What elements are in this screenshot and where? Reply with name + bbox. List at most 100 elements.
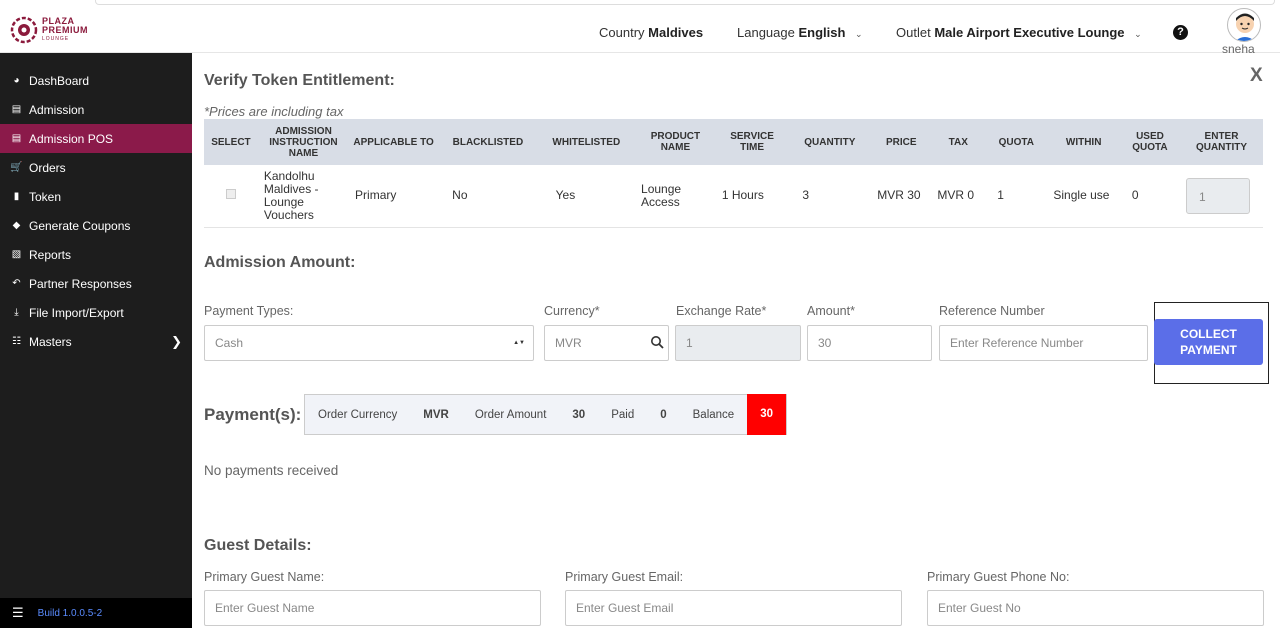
country-selector[interactable]: Country Maldives [599, 25, 703, 40]
cell-price: MVR 30 [871, 165, 932, 228]
help-icon[interactable]: ? [1173, 25, 1188, 40]
top-bar-edge [95, 0, 1275, 5]
logo-text-line2: PREMIUM [42, 24, 88, 35]
payments-title: Payment(s): [204, 405, 302, 424]
no-payments-message: No payments received [204, 463, 339, 478]
cell-service-time: 1 Hours [715, 165, 789, 228]
exchange-rate-input: 1 [675, 325, 801, 361]
select-checkbox[interactable] [225, 189, 236, 200]
paid-value: 0 [660, 408, 667, 421]
exchange-rate-label: Exchange Rate* [676, 304, 767, 318]
cell-blacklisted: No [438, 165, 538, 228]
user-avatar-icon [1235, 13, 1255, 41]
sidebar-item-label: Admission POS [29, 131, 114, 146]
close-button[interactable]: X [1250, 65, 1263, 87]
order-currency-label: Order Currency [318, 408, 398, 421]
outlet-value: Male Airport Executive Lounge [934, 25, 1125, 40]
sidebar-item-admission[interactable]: ▤ Admission [0, 95, 192, 124]
currency-input[interactable]: MVR [544, 325, 669, 361]
outlet-selector[interactable]: Outlet Male Airport Executive Lounge ⌄ [896, 25, 1142, 40]
select-arrows-icon: ▲▼ [513, 340, 525, 346]
avatar[interactable] [1227, 8, 1261, 42]
cell-tax: MVR 0 [931, 165, 986, 228]
price-note: *Prices are including tax [204, 104, 344, 119]
admission-amount-title: Admission Amount: [204, 254, 356, 271]
col-instruction: ADMISSION INSTRUCTION NAME [257, 119, 350, 165]
cart-icon: 🛒 [10, 162, 23, 173]
guest-name-input[interactable]: Enter Guest Name [204, 590, 541, 626]
sidebar-footer: ☰ Build 1.0.0.5-2 [0, 598, 192, 628]
sidebar-item-reports[interactable]: ▧ Reports [0, 240, 192, 269]
order-amount-value: 30 [572, 408, 586, 421]
cell-applicable: Primary [349, 165, 439, 228]
sidebar-item-partner-responses[interactable]: ↶ Partner Responses [0, 269, 192, 298]
sidebar-item-file-import-export[interactable]: ⤓ File Import/Export [0, 298, 192, 327]
sidebar-item-label: Generate Coupons [29, 218, 131, 233]
reference-number-label: Reference Number [939, 304, 1045, 318]
cell-product: Lounge Access [635, 165, 716, 228]
guest-email-input[interactable]: Enter Guest Email [565, 590, 902, 626]
build-version: Build 1.0.0.5-2 [37, 607, 103, 619]
col-within: WITHIN [1047, 119, 1120, 165]
logo-text-line3: LOUNGE [42, 35, 70, 42]
dashboard-icon: ◕ [13, 75, 20, 86]
book-icon: ▧ [11, 249, 22, 260]
col-product: PRODUCT NAME [635, 119, 716, 165]
payment-types-label: Payment Types: [204, 304, 294, 318]
guest-phone-input[interactable]: Enter Guest No [927, 590, 1264, 626]
col-quantity: QUANTITY [788, 119, 872, 165]
sidebar-item-label: Reports [29, 247, 72, 262]
chevron-down-icon: ⌄ [1134, 29, 1142, 39]
col-applicable: APPLICABLE TO [349, 119, 439, 165]
language-label: Language [737, 25, 795, 40]
guest-details-title: Guest Details: [204, 537, 312, 554]
guest-email-label: Primary Guest Email: [565, 570, 684, 584]
entitlement-table: SELECT ADMISSION INSTRUCTION NAME APPLIC… [204, 119, 1263, 228]
main-content: Verify Token Entitlement: X *Prices are … [192, 53, 1280, 628]
col-quota: QUOTA [985, 119, 1048, 165]
id-card-icon: ▤ [11, 104, 22, 115]
chevron-right-icon: ❯ [171, 333, 182, 349]
balance-label: Balance [692, 408, 735, 421]
guest-name-label: Primary Guest Name: [204, 570, 325, 584]
sidebar-item-masters[interactable]: ☷ Masters ❯ [0, 327, 192, 356]
sidebar-item-label: Token [29, 189, 62, 204]
sidebar-item-admission-pos[interactable]: ▤ Admission POS [0, 124, 192, 153]
payment-type-select[interactable]: Cash ▲▼ [204, 325, 534, 361]
currency-value: MVR [555, 336, 582, 350]
tag-icon: ◆ [12, 220, 21, 231]
search-icon[interactable] [650, 335, 664, 349]
collect-payment-button[interactable]: COLLECT PAYMENT [1154, 319, 1263, 365]
language-selector[interactable]: Language English ⌄ [737, 25, 863, 40]
chevron-down-icon: ⌄ [855, 29, 863, 39]
order-amount-label: Order Amount [474, 408, 547, 421]
sidebar-item-label: DashBoard [29, 73, 90, 88]
enter-quantity-input[interactable]: 1 [1186, 177, 1251, 214]
brand-logo[interactable]: PLAZA PREMIUM LOUNGE [10, 16, 88, 44]
logo-icon [10, 16, 38, 44]
sidebar-item-token[interactable]: ▮ Token [0, 182, 192, 211]
table-row: Kandolhu Maldives - Lounge Vouchers Prim… [204, 165, 1263, 228]
sidebar-item-orders[interactable]: 🛒 Orders [0, 153, 192, 182]
cell-used-quota: 0 [1119, 165, 1181, 228]
language-value: English [798, 25, 846, 40]
cell-instruction: Kandolhu Maldives - Lounge Vouchers [257, 165, 350, 228]
sidebar-item-generate-coupons[interactable]: ◆ Generate Coupons [0, 211, 192, 240]
sidebar-item-dashboard[interactable]: ◕ DashBoard [0, 66, 192, 95]
sitemap-icon: ☷ [12, 336, 21, 347]
cell-quota: 1 [985, 165, 1048, 228]
balance-value: 30 [747, 394, 786, 435]
col-enter-quantity: ENTER QUANTITY [1180, 119, 1263, 165]
file-icon: ▮ [13, 191, 20, 202]
amount-input[interactable]: 30 [807, 325, 932, 361]
payment-summary: Order Currency MVR Order Amount 30 Paid … [304, 394, 787, 435]
verify-title: Verify Token Entitlement: [204, 72, 395, 89]
reference-number-input[interactable]: Enter Reference Number [939, 325, 1148, 361]
col-blacklisted: BLACKLISTED [438, 119, 538, 165]
cell-quantity: 3 [788, 165, 872, 228]
download-icon: ⤓ [14, 307, 19, 318]
menu-toggle-icon[interactable]: ☰ [12, 605, 24, 621]
sidebar-item-label: Admission [29, 102, 85, 117]
col-tax: TAX [931, 119, 986, 165]
col-price: PRICE [871, 119, 932, 165]
